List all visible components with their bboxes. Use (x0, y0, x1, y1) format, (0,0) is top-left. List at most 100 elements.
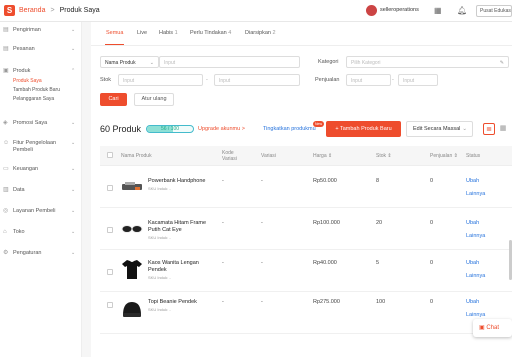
bag-icon: ▣ (3, 68, 9, 74)
sidebar-item-toko[interactable]: ⌂ Toko ⌄ (0, 229, 82, 236)
col-nama-produk[interactable]: Nama Produk (121, 153, 152, 159)
category-select[interactable]: Pilih Kategori ✎ (346, 56, 509, 68)
chat-icon: ▣ (479, 325, 485, 331)
list-view-icon[interactable]: ≣ (483, 123, 495, 135)
mass-edit-button[interactable]: Edit Secara Massal ⌄ (406, 121, 473, 137)
sidebar-item-data[interactable]: ▥ Data ⌄ (0, 187, 82, 194)
sales: 0 (430, 299, 434, 305)
more-link[interactable]: Lainnya (466, 273, 485, 279)
stock-max-input[interactable]: Input (214, 74, 300, 86)
more-link[interactable]: Lainnya (466, 312, 485, 318)
table-row: Kacamata Hitam Frame Putih Cat Eye SKU I… (100, 208, 512, 250)
sidebar-item-layanan-pembeli[interactable]: ◎ Layanan Pembeli ⌄ (0, 208, 82, 215)
edit-link[interactable]: Ubah (466, 299, 479, 305)
chevron-up-icon: ⌃ (71, 68, 76, 74)
product-count: 60 Produk (100, 124, 142, 134)
stock-min-input[interactable]: Input (118, 74, 203, 86)
category-label: Kategori (318, 59, 339, 65)
range-separator: - (206, 77, 208, 83)
breadcrumb-separator: > (50, 7, 55, 14)
improve-products-link[interactable]: Tingkatkan produkmu (263, 126, 316, 132)
sidebar-subitem-tambah-produk[interactable]: Tambah Produk Baru (0, 86, 60, 95)
sidebar-item-pesanan[interactable]: ▤ Pesanan ⌄ (0, 46, 82, 53)
more-link[interactable]: Lainnya (466, 191, 485, 197)
sales: 0 (430, 220, 434, 226)
sales-max-input[interactable]: Input (398, 74, 438, 86)
edit-link[interactable]: Ubah (466, 260, 479, 266)
shopee-logo-icon[interactable]: S (4, 5, 15, 16)
new-badge: New (313, 121, 325, 127)
sidebar-subitem-pelanggaran[interactable]: Pelanggaran Saya (0, 95, 54, 104)
sidebar-subitem-produk-saya[interactable]: Produk Saya (0, 77, 42, 86)
users-icon: ☺ (3, 140, 10, 146)
select-all-checkbox[interactable] (107, 152, 113, 158)
variant-code: - (222, 299, 224, 305)
variant: - (261, 260, 263, 266)
sidebar: ▤ Pengiriman ⌄ ▤ Pesanan ⌄ ▣ Produk ⌃ Pr… (0, 22, 82, 357)
tab-habis[interactable]: Habis 1 (159, 30, 178, 36)
breadcrumb-home[interactable]: Beranda (19, 7, 45, 14)
col-stok[interactable]: Stok ⇕ (376, 153, 392, 159)
chevron-down-icon: ⌄ (462, 126, 467, 132)
sales-label: Penjualan (315, 77, 340, 83)
quota-text: 56 / 100 (160, 126, 180, 132)
col-harga[interactable]: Harga ⇕ (313, 153, 332, 159)
pencil-icon: ✎ (499, 60, 504, 66)
education-search[interactable]: Pusat Edukasi P (476, 5, 512, 17)
col-penjualan[interactable]: Penjualan ⇕ (430, 153, 458, 159)
chevron-down-icon: ⌄ (71, 120, 76, 126)
row-checkbox[interactable] (107, 302, 113, 308)
product-name[interactable]: Kacamata Hitam Frame Putih Cat Eye (148, 220, 218, 234)
edit-link[interactable]: Ubah (466, 178, 479, 184)
tab-live[interactable]: Live (137, 30, 147, 36)
variant: - (261, 299, 263, 305)
row-checkbox[interactable] (107, 185, 113, 191)
grid-view-icon[interactable]: ▦ (497, 123, 509, 135)
name-filter-select[interactable]: Nama Produk ⌄ (100, 56, 159, 68)
sales-min-input[interactable]: Input (346, 74, 391, 86)
sidebar-item-keuangan[interactable]: ▭ Keuangan ⌄ (0, 166, 82, 173)
sidebar-item-promosi[interactable]: ◈ Promosi Saya ⌄ (0, 120, 82, 127)
table-row: Kaos Wanita Lengan Pendek SKU Induk: - -… (100, 250, 512, 292)
row-checkbox[interactable] (107, 227, 113, 233)
quota-progress: 56 / 100 (146, 125, 194, 133)
sidebar-item-pengiriman[interactable]: ▤ Pengiriman ⌄ (0, 27, 82, 34)
chevron-down-icon: ⌄ (71, 250, 76, 256)
product-name[interactable]: Powerbank Handphone (148, 178, 218, 185)
sidebar-item-produk[interactable]: ▣ Produk ⌃ (0, 68, 82, 75)
wallet-icon: ▭ (3, 166, 9, 172)
tab-perlu-tindakan[interactable]: Perlu Tindakan 4 (190, 30, 231, 36)
headset-icon: ◎ (3, 208, 9, 214)
stock-label: Stok (100, 77, 112, 83)
chat-button[interactable]: ▣ Chat (473, 319, 512, 337)
tag-icon: ◈ (3, 120, 8, 126)
bell-icon[interactable]: 🔔︎ (457, 6, 467, 15)
product-name[interactable]: Kaos Wanita Lengan Pendek (148, 260, 218, 274)
shop-avatar[interactable] (366, 5, 377, 16)
tab-diarsipkan[interactable]: Diarsipkan 2 (245, 30, 276, 36)
stock: 20 (376, 220, 383, 226)
chevron-down-icon: ⌄ (71, 166, 76, 172)
reset-button[interactable]: Atur ulang (134, 93, 174, 106)
tab-semua[interactable]: Semua (106, 30, 123, 36)
name-filter-input[interactable]: Input (159, 56, 300, 68)
price: Rp100.000 (313, 220, 340, 226)
col-kode-variasi: Kode Variasi (222, 150, 237, 162)
sidebar-item-pengaturan[interactable]: ⚙ Pengaturan ⌄ (0, 250, 82, 257)
grid-icon[interactable]: ▦ (434, 6, 442, 15)
chevron-down-icon: ⌄ (71, 140, 76, 146)
sunglasses-thumbnail (121, 225, 143, 233)
row-checkbox[interactable] (107, 269, 113, 275)
upgrade-link[interactable]: Upgrade akunmu > (198, 126, 245, 132)
store-icon: ⌂ (3, 229, 7, 235)
sidebar-item-fitur-pembeli[interactable]: ☺ Fitur Pengelolaan Pembeli ⌄ (0, 140, 82, 154)
tshirt-thumbnail (122, 260, 142, 279)
more-link[interactable]: Lainnya (466, 233, 485, 239)
search-button[interactable]: Cari (100, 93, 127, 106)
product-name[interactable]: Topi Beanie Pendek (148, 299, 218, 306)
edit-link[interactable]: Ubah (466, 220, 479, 226)
price: Rp275.000 (313, 299, 340, 305)
shop-name[interactable]: selleroperations (380, 7, 419, 13)
add-product-button[interactable]: + Tambah Produk Baru (326, 121, 401, 137)
variant-code: - (222, 220, 224, 226)
